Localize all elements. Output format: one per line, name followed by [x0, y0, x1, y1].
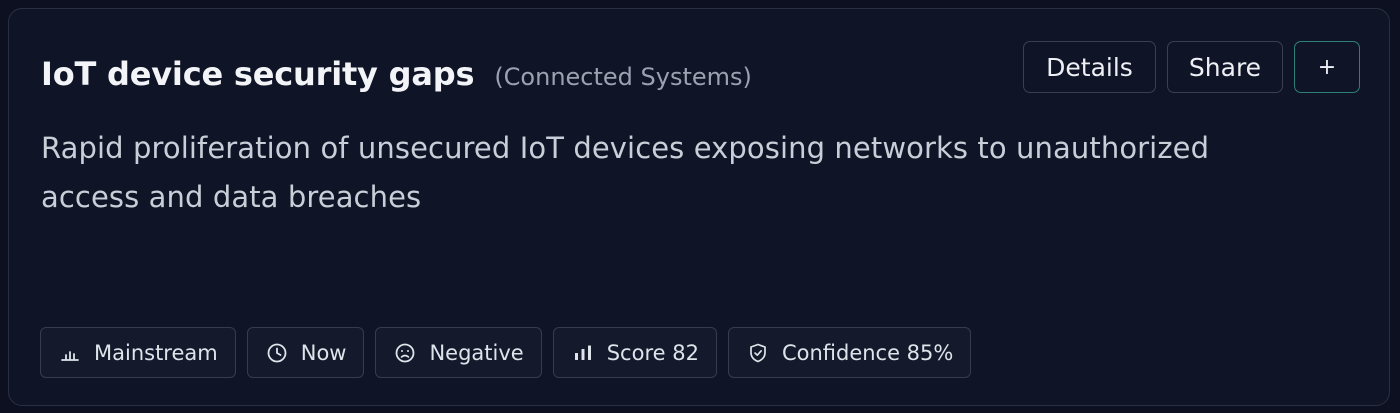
- bar-chart-icon: [59, 342, 81, 364]
- tag-mainstream: Mainstream: [40, 327, 236, 378]
- tag-label: Now: [300, 340, 347, 365]
- share-button[interactable]: Share: [1167, 41, 1283, 93]
- card-title: IoT device security gaps: [41, 55, 475, 93]
- details-button[interactable]: Details: [1023, 41, 1156, 93]
- clock-icon: [266, 342, 288, 364]
- trend-card: IoT device security gaps (Connected Syst…: [8, 8, 1390, 406]
- tag-list: Mainstream Now Negative Score 82 Confide…: [40, 327, 972, 378]
- tag-label: Mainstream: [94, 340, 218, 365]
- signal-bars-icon: [572, 342, 594, 364]
- card-header: IoT device security gaps (Connected Syst…: [41, 55, 752, 93]
- tag-confidence: Confidence 85%: [727, 327, 972, 378]
- tag-label: Score 82: [606, 340, 699, 365]
- tag-label: Confidence 85%: [781, 340, 954, 365]
- card-actions: Details Share +: [1023, 41, 1360, 93]
- tag-score: Score 82: [552, 327, 717, 378]
- frown-face-icon: [394, 342, 416, 364]
- add-button[interactable]: +: [1294, 41, 1360, 93]
- card-description: Rapid proliferation of unsecured IoT dev…: [41, 131, 1210, 214]
- tag-timing: Now: [246, 327, 365, 378]
- tag-label: Negative: [429, 340, 524, 365]
- card-category: (Connected Systems): [494, 63, 752, 91]
- shield-icon: [747, 342, 769, 364]
- tag-sentiment: Negative: [375, 327, 542, 378]
